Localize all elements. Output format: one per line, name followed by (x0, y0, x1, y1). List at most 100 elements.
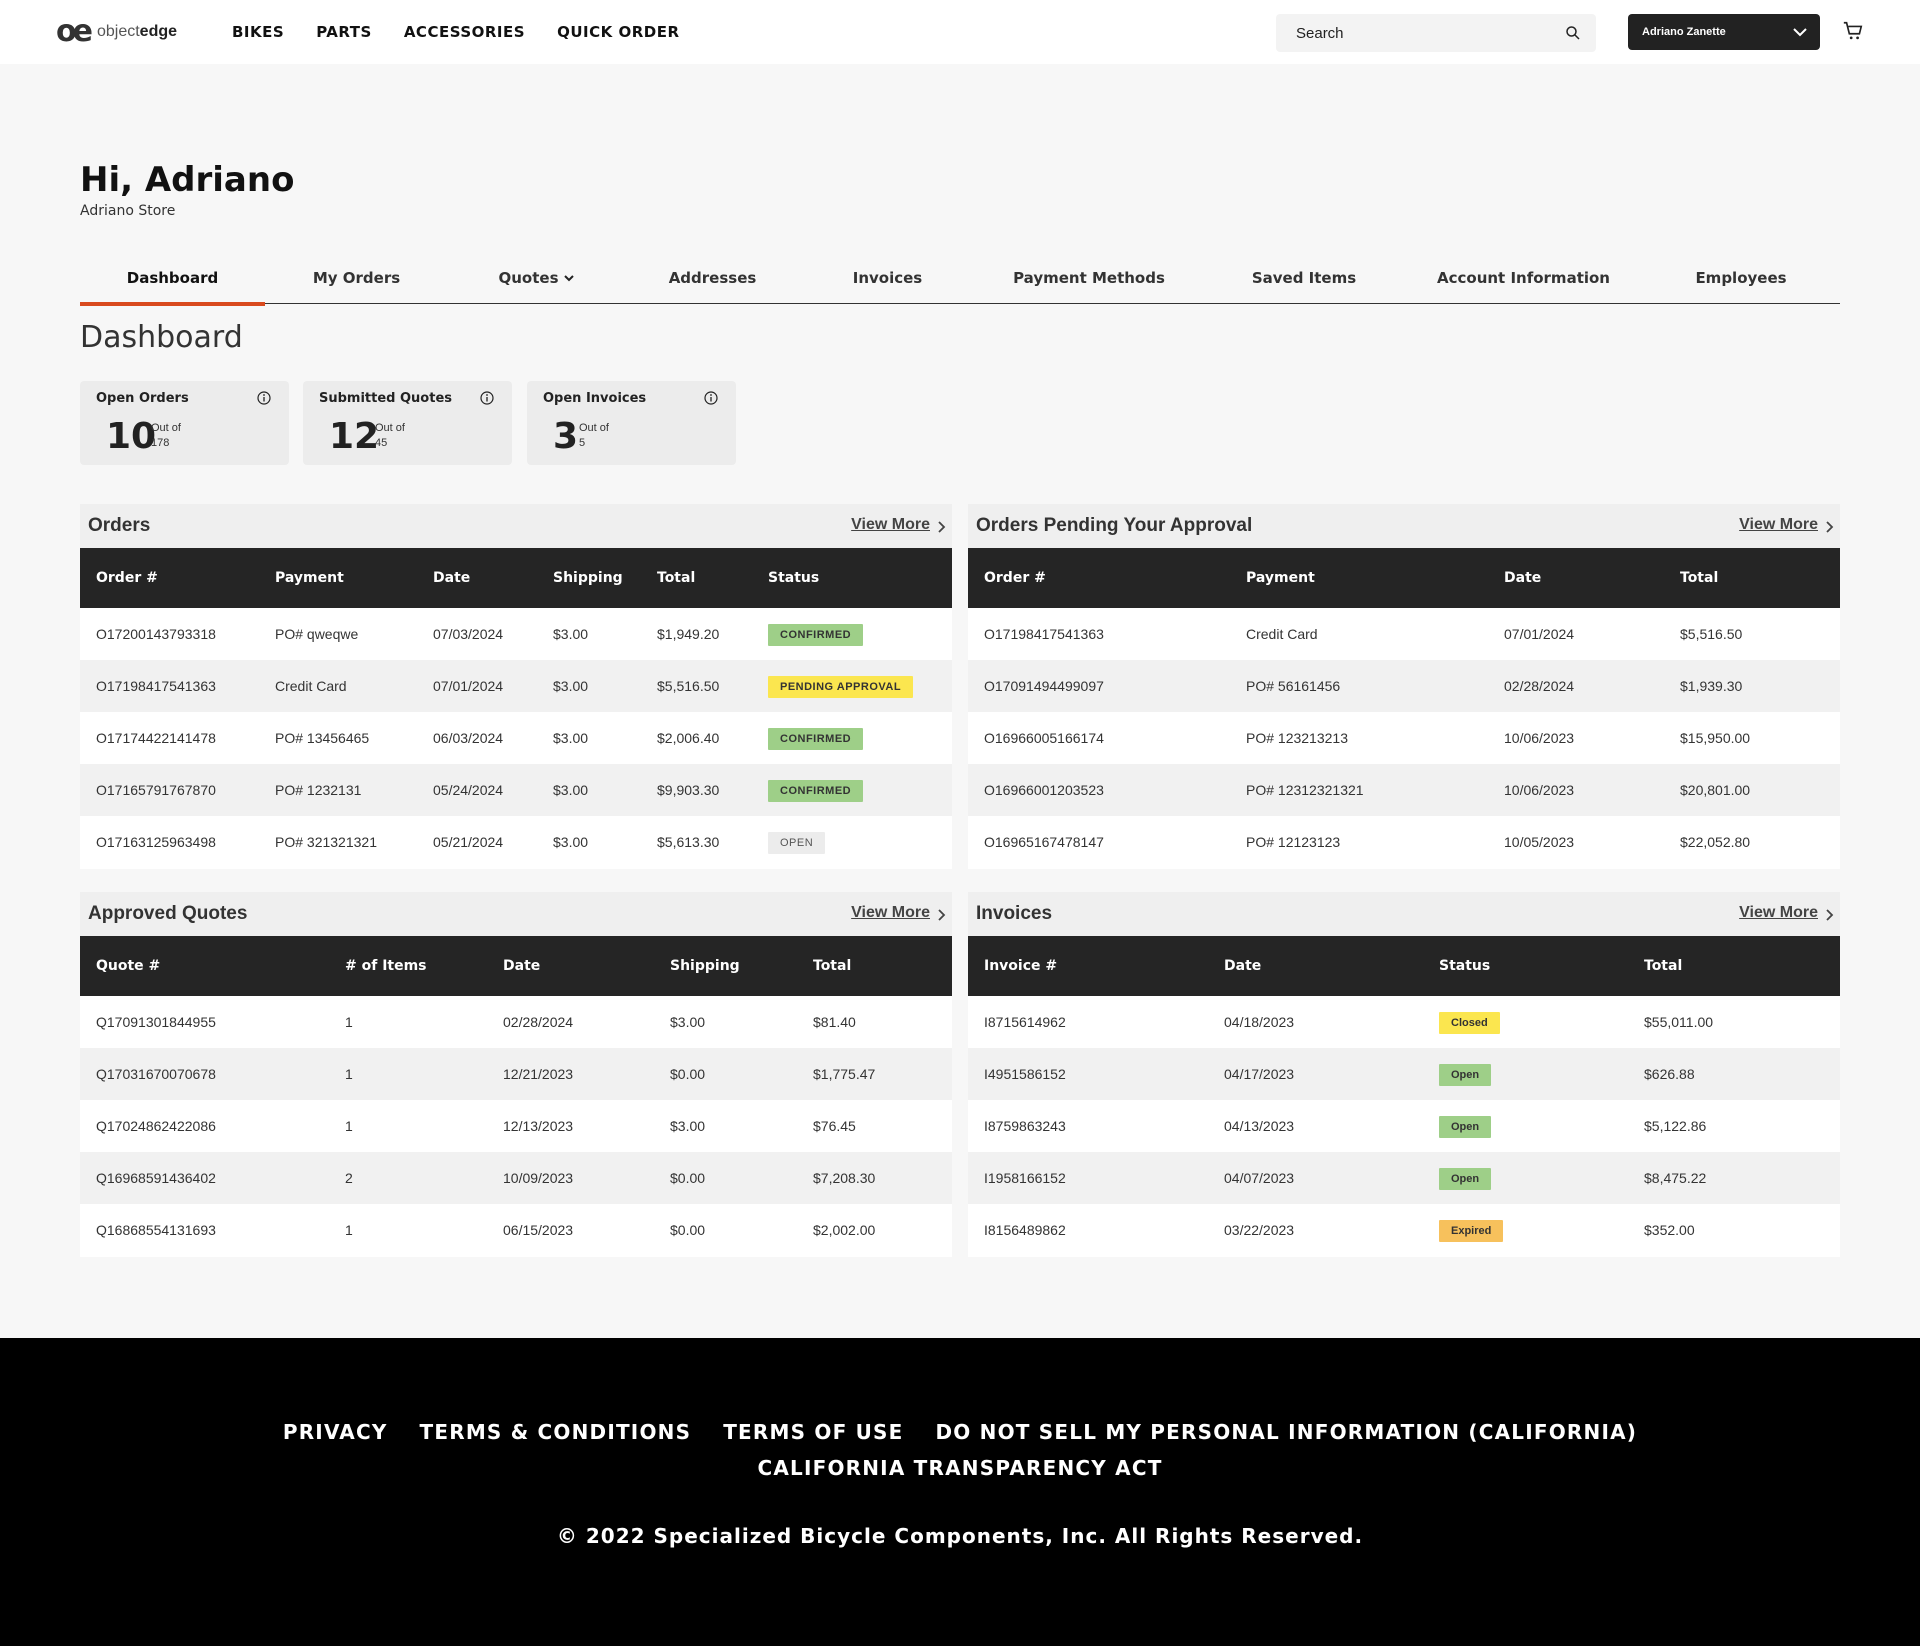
table-row[interactable]: O17174422141478 PO# 13456465 06/03/2024 … (80, 712, 952, 764)
table-row[interactable]: O16966005166174 PO# 123213213 10/06/2023… (968, 712, 1840, 764)
table-row[interactable]: I8759863243 04/13/2023 Open $5,122.86 (968, 1100, 1840, 1152)
column-header[interactable]: Order # (984, 548, 1046, 608)
order-number[interactable]: O17200143793318 (96, 608, 216, 660)
shipping: $3.00 (670, 1014, 706, 1030)
column-header[interactable]: Total (1680, 548, 1718, 608)
column-header[interactable]: Date (1224, 936, 1261, 996)
table-row[interactable]: Q17091301844955 1 02/28/2024 $3.00 $81.4… (80, 996, 952, 1048)
invoice-number[interactable]: I8715614962 (984, 996, 1066, 1048)
footer-link-do-not-sell[interactable]: DO NOT SELL MY PERSONAL INFORMATION (CAL… (936, 1420, 1638, 1444)
table-row[interactable]: O17200143793318 PO# qweqwe 07/03/2024 $3… (80, 608, 952, 660)
invoice-number[interactable]: I1958166152 (984, 1152, 1066, 1204)
invoice-number[interactable]: I8759863243 (984, 1100, 1066, 1152)
table-row[interactable]: O16965167478147 PO# 12123123 10/05/2023 … (968, 816, 1840, 868)
nav-parts[interactable]: PARTS (316, 23, 372, 41)
column-header[interactable]: Shipping (670, 936, 740, 996)
table-row[interactable]: O17198417541363 Credit Card 07/01/2024 $… (968, 608, 1840, 660)
table-row[interactable]: Q16868554131693 1 06/15/2023 $0.00 $2,00… (80, 1204, 952, 1256)
tab-my-orders[interactable]: My Orders (265, 252, 448, 304)
tab-quotes[interactable]: Quotes (448, 252, 625, 304)
order-number[interactable]: O16966001203523 (984, 764, 1104, 816)
info-icon[interactable] (480, 391, 494, 405)
tab-invoices[interactable]: Invoices (800, 252, 975, 304)
order-number[interactable]: O17174422141478 (96, 712, 216, 764)
column-header[interactable]: Order # (96, 548, 158, 608)
quote-number[interactable]: Q16968591436402 (96, 1152, 216, 1204)
column-header[interactable]: Status (768, 548, 819, 608)
shipping: $0.00 (670, 1170, 706, 1186)
quote-number[interactable]: Q17024862422086 (96, 1100, 216, 1152)
invoice-number[interactable]: I8156489862 (984, 1204, 1066, 1256)
footer-link-terms-of-use[interactable]: TERMS OF USE (723, 1420, 903, 1444)
column-header[interactable]: Date (433, 548, 470, 608)
quote-number[interactable]: Q17091301844955 (96, 996, 216, 1048)
status-badge: Open (1439, 1064, 1492, 1086)
view-more-link[interactable]: View More (1739, 904, 1818, 922)
column-header[interactable]: Payment (275, 548, 344, 608)
order-number[interactable]: O16965167478147 (984, 816, 1104, 868)
column-header[interactable]: Invoice # (984, 936, 1057, 996)
date: 06/03/2024 (433, 730, 504, 746)
column-header[interactable]: Total (1644, 936, 1682, 996)
order-number[interactable]: O17198417541363 (984, 608, 1104, 660)
table-row[interactable]: I1958166152 04/07/2023 Open $8,475.22 (968, 1152, 1840, 1204)
table-row[interactable]: O17198417541363 Credit Card 07/01/2024 $… (80, 660, 952, 712)
nav-accessories[interactable]: ACCESSORIES (404, 23, 525, 41)
table-row[interactable]: O17091494499097 PO# 56161456 02/28/2024 … (968, 660, 1840, 712)
tab-payment-methods[interactable]: Payment Methods (975, 252, 1203, 304)
footer-link-transparency-act[interactable]: CALIFORNIA TRANSPARENCY ACT (0, 1456, 1920, 1480)
order-number[interactable]: O17163125963498 (96, 816, 216, 868)
nav-quick-order[interactable]: QUICK ORDER (557, 23, 679, 41)
cart-icon[interactable] (1842, 20, 1864, 42)
column-header[interactable]: Quote # (96, 936, 160, 996)
tab-account-information[interactable]: Account Information (1405, 252, 1642, 304)
tab-saved-items[interactable]: Saved Items (1203, 252, 1405, 304)
stat-title: Open Invoices (543, 391, 647, 406)
invoice-number[interactable]: I4951586152 (984, 1048, 1066, 1100)
order-number[interactable]: O16966005166174 (984, 712, 1104, 764)
panel-header: Invoices View More (968, 892, 1840, 936)
table-row[interactable]: O17165791767870 PO# 1232131 05/24/2024 $… (80, 764, 952, 816)
status-badge: CONFIRMED (768, 780, 864, 802)
search-input[interactable] (1276, 14, 1556, 52)
quote-number[interactable]: Q17031670070678 (96, 1048, 216, 1100)
column-header[interactable]: Total (657, 548, 695, 608)
search-icon[interactable] (1564, 24, 1582, 42)
column-header[interactable]: Date (1504, 548, 1541, 608)
view-more-link[interactable]: View More (851, 904, 930, 922)
column-header[interactable]: Payment (1246, 548, 1315, 608)
order-number[interactable]: O17091494499097 (984, 660, 1104, 712)
column-header[interactable]: Status (1439, 936, 1490, 996)
table-row[interactable]: I8156489862 03/22/2023 Expired $352.00 (968, 1204, 1840, 1256)
order-number[interactable]: O17165791767870 (96, 764, 216, 816)
brand-logo[interactable]: oe objectedge (56, 17, 177, 47)
table-row[interactable]: O16966001203523 PO# 12312321321 10/06/20… (968, 764, 1840, 816)
table-row[interactable]: Q17031670070678 1 12/21/2023 $0.00 $1,77… (80, 1048, 952, 1100)
column-header[interactable]: Total (813, 936, 851, 996)
table-row[interactable]: O17163125963498 PO# 321321321 05/21/2024… (80, 816, 952, 868)
view-more-link[interactable]: View More (1739, 516, 1818, 534)
table-row[interactable]: I4951586152 04/17/2023 Open $626.88 (968, 1048, 1840, 1100)
quote-number[interactable]: Q16868554131693 (96, 1204, 216, 1256)
column-header[interactable]: Shipping (553, 548, 623, 608)
table-row[interactable]: Q17024862422086 1 12/13/2023 $3.00 $76.4… (80, 1100, 952, 1152)
tab-addresses[interactable]: Addresses (625, 252, 800, 304)
total: $20,801.00 (1680, 782, 1751, 798)
table-row[interactable]: Q16968591436402 2 10/09/2023 $0.00 $7,20… (80, 1152, 952, 1204)
tab-dashboard[interactable]: Dashboard (80, 252, 265, 306)
payment: PO# 56161456 (1246, 678, 1341, 694)
column-header[interactable]: Date (503, 936, 540, 996)
info-icon[interactable] (704, 391, 718, 405)
tab-employees[interactable]: Employees (1642, 252, 1840, 304)
table-row[interactable]: I8715614962 04/18/2023 Closed $55,011.00 (968, 996, 1840, 1048)
order-number[interactable]: O17198417541363 (96, 660, 216, 712)
info-icon[interactable] (257, 391, 271, 405)
date: 07/01/2024 (1504, 626, 1575, 642)
footer-link-terms-conditions[interactable]: TERMS & CONDITIONS (420, 1420, 692, 1444)
panel-header: Orders Pending Your Approval View More (968, 504, 1840, 548)
account-dropdown[interactable]: Adriano Zanette (1628, 14, 1820, 50)
column-header[interactable]: # of Items (345, 936, 427, 996)
footer-link-privacy[interactable]: PRIVACY (283, 1420, 388, 1444)
view-more-link[interactable]: View More (851, 516, 930, 534)
nav-bikes[interactable]: BIKES (232, 23, 284, 41)
